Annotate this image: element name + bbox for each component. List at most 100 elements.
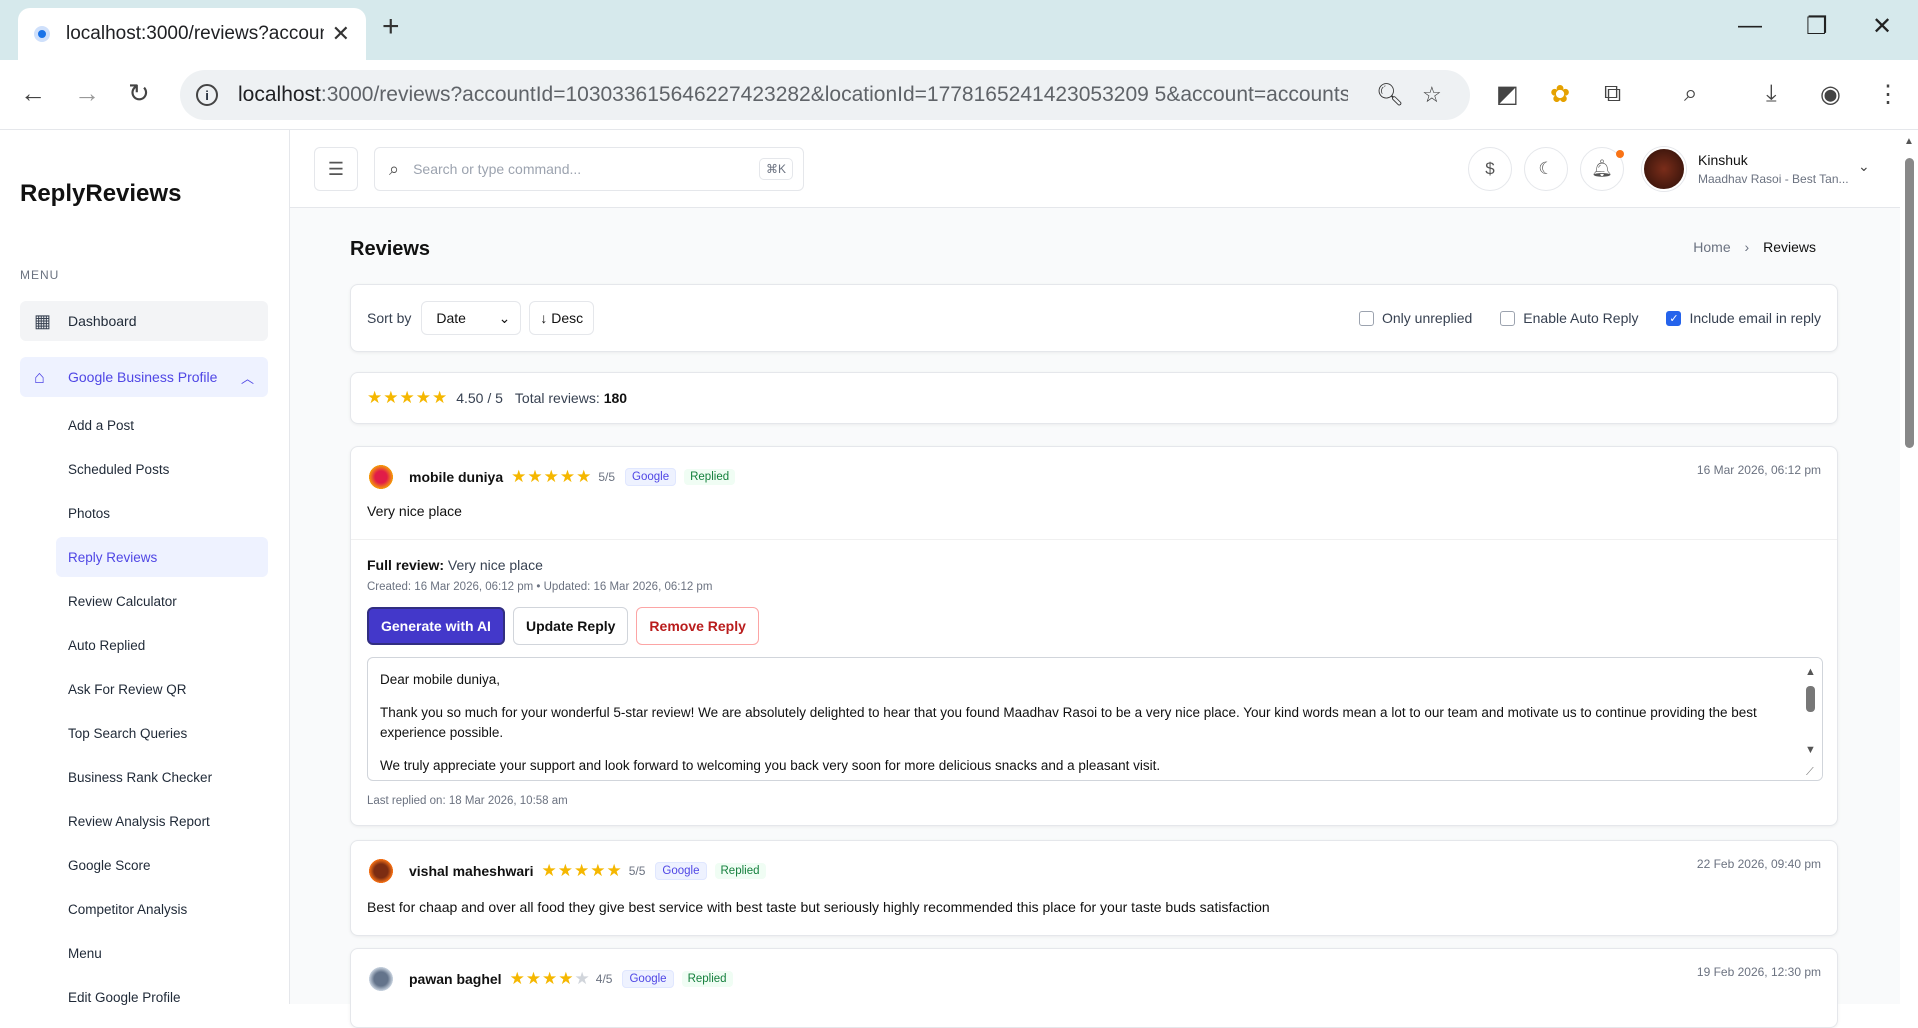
review-card: pawan baghel ★★★★★ 4/5 Google Replied 19…	[350, 948, 1838, 1028]
chevron-down-icon[interactable]: ⌄	[1858, 158, 1870, 175]
scroll-up-icon[interactable]: ▲	[1904, 136, 1914, 147]
resize-handle-icon[interactable]: ⟋	[1806, 762, 1814, 780]
sidebar-sub-auto-replied[interactable]: Auto Replied	[56, 625, 268, 665]
menu-kebab-icon[interactable]: ⋮	[1876, 80, 1900, 109]
checkbox-box[interactable]	[1500, 310, 1516, 326]
sidebar-sub-review-analysis-report[interactable]: Review Analysis Report	[56, 801, 268, 841]
source-badge: Google	[625, 468, 677, 486]
browser-toolbar: ← → ↻ i localhost:3000/reviews?accountId…	[0, 60, 1918, 130]
minimize-icon[interactable]: —	[1738, 12, 1762, 40]
checkbox-label: Only unreplied	[1382, 310, 1473, 326]
sort-label: Sort by	[367, 310, 412, 326]
dark-mode-moon-icon[interactable]: ☾	[1524, 147, 1568, 191]
page-scrollbar[interactable]: ▲	[1900, 130, 1918, 1004]
sidebar-sub-top-search-queries[interactable]: Top Search Queries	[56, 713, 268, 753]
brand-logo[interactable]: ReplyReviews	[20, 180, 181, 208]
browser-tab[interactable]: localhost:3000/reviews?account ✕	[18, 8, 366, 60]
window-close-icon[interactable]: ✕	[1872, 12, 1892, 41]
order-toggle-button[interactable]: ↓ Desc	[529, 301, 595, 335]
reload-icon[interactable]: ↻	[128, 78, 150, 109]
review-text: Very nice place	[367, 503, 462, 519]
download-icon[interactable]: ⤓	[1766, 80, 1777, 108]
user-business: Maadhav Rasoi - Best Tan...	[1698, 172, 1849, 186]
full-review: Full review: Very nice place	[367, 557, 543, 573]
sidebar-item-label: Google Business Profile	[68, 369, 218, 385]
sort-value: Date	[436, 310, 466, 326]
checkmark-icon[interactable]: ✓	[1666, 310, 1682, 326]
tab-search-icon[interactable]: ⌕	[1684, 80, 1697, 108]
sidebar-sub-photos[interactable]: Photos	[56, 493, 268, 533]
tab-close-icon[interactable]: ✕	[332, 21, 350, 47]
breadcrumb-home[interactable]: Home	[1693, 239, 1730, 255]
include-email-checkbox[interactable]: ✓ Include email in reply	[1666, 310, 1821, 326]
source-badge: Google	[622, 970, 674, 988]
sidebar-sub-scheduled-posts[interactable]: Scheduled Posts	[56, 449, 268, 489]
full-review-label: Full review:	[367, 557, 445, 573]
sort-select[interactable]: Date ⌄	[421, 301, 522, 335]
currency-icon[interactable]: $	[1468, 147, 1512, 191]
scroll-up-icon[interactable]: ▲	[1805, 662, 1816, 682]
review-rating: 5/5	[598, 470, 616, 484]
review-text: Best for chaap and over all food they gi…	[367, 899, 1270, 915]
sidebar-sub-review-calculator[interactable]: Review Calculator	[56, 581, 268, 621]
scroll-down-icon[interactable]: ▼	[1805, 740, 1816, 760]
status-badge: Replied	[681, 971, 733, 987]
extensions-puzzle-icon[interactable]: ⧉	[1604, 80, 1621, 108]
chevron-down-icon: ⌄	[498, 309, 511, 326]
scroll-thumb[interactable]	[1806, 686, 1815, 712]
back-icon[interactable]: ←	[20, 78, 46, 109]
site-info-icon[interactable]: i	[196, 84, 218, 106]
reply-paragraph: We truly appreciate your support and loo…	[380, 758, 1161, 773]
full-review-text: Very nice place	[447, 557, 543, 573]
last-replied: Last replied on: 18 Mar 2026, 10:58 am	[367, 795, 568, 807]
sidebar-sub-business-rank-checker[interactable]: Business Rank Checker	[56, 757, 268, 797]
sidebar-sub-add-post[interactable]: Add a Post	[56, 405, 268, 445]
reviewer-avatar	[367, 463, 395, 491]
shortcut-hint: ⌘K	[758, 158, 793, 180]
address-bar[interactable]: i localhost:3000/reviews?accountId=10303…	[180, 70, 1470, 120]
bookmark-star-icon[interactable]: ☆	[1422, 82, 1442, 108]
generate-ai-button[interactable]: Generate with AI	[367, 607, 505, 645]
reply-textarea[interactable]: Dear mobile duniya, Thank you so much fo…	[367, 657, 1823, 781]
auto-reply-checkbox[interactable]: Enable Auto Reply	[1500, 310, 1638, 326]
only-unreplied-checkbox[interactable]: Only unreplied	[1359, 310, 1472, 326]
forward-icon[interactable]: →	[74, 78, 100, 109]
update-reply-button[interactable]: Update Reply	[512, 607, 629, 645]
review-meta: Created: 16 Mar 2026, 06:12 pm • Updated…	[367, 581, 713, 593]
tab-title: localhost:3000/reviews?account	[66, 23, 324, 44]
app-header: ☰ ⌕ Search or type command... ⌘K $ ☾ 🔔︎ …	[290, 130, 1900, 208]
new-tab-icon[interactable]: +	[382, 10, 400, 44]
review-rating: 4/5	[595, 972, 613, 986]
review-stars-icon: ★★★★★	[511, 467, 593, 486]
summary-stars-icon: ★★★★★	[367, 388, 449, 407]
sidebar-sub-edit-google-profile[interactable]: Edit Google Profile	[56, 977, 268, 1017]
tab-favicon-icon	[34, 26, 50, 42]
search-icon: ⌕	[389, 158, 400, 179]
review-card: mobile duniya ★★★★★ 5/5 Google Replied 1…	[350, 446, 1838, 826]
scroll-thumb[interactable]	[1905, 158, 1914, 448]
textarea-scrollbar[interactable]: ▲ ▼ ⟋	[1800, 658, 1822, 780]
reviewer-name: vishal maheshwari	[409, 863, 534, 879]
status-badge: Replied	[684, 469, 736, 485]
breadcrumb: Home › Reviews	[1693, 239, 1816, 255]
restore-icon[interactable]: ❐	[1806, 12, 1828, 41]
user-avatar[interactable]	[1642, 147, 1686, 191]
sidebar-item-dashboard[interactable]: ▦ Dashboard	[20, 301, 268, 341]
url-text[interactable]: localhost:3000/reviews?accountId=1030336…	[238, 83, 1348, 107]
zoom-icon[interactable]: 🔍︎	[1376, 82, 1404, 108]
sidebar-sub-ask-review-qr[interactable]: Ask For Review QR	[56, 669, 268, 709]
sidebar-sub-google-score[interactable]: Google Score	[56, 845, 268, 885]
store-icon: ⌂	[34, 366, 45, 387]
sidebar-item-google-business-profile[interactable]: ⌂ Google Business Profile ︿	[20, 357, 268, 397]
extension-icon[interactable]: ◩	[1496, 80, 1519, 109]
hamburger-menu-icon[interactable]: ☰	[314, 147, 358, 191]
sidebar-sub-competitor-analysis[interactable]: Competitor Analysis	[56, 889, 268, 929]
remove-reply-button[interactable]: Remove Reply	[636, 607, 759, 645]
search-input[interactable]: ⌕ Search or type command... ⌘K	[374, 147, 804, 191]
extension-flower-icon[interactable]: ✿	[1550, 80, 1570, 109]
sidebar-sub-reply-reviews[interactable]: Reply Reviews	[56, 537, 268, 577]
checkbox-box[interactable]	[1359, 310, 1374, 326]
profile-icon[interactable]: ◉	[1820, 80, 1841, 109]
sidebar-sub-menu[interactable]: Menu	[56, 933, 268, 973]
page-title: Reviews	[350, 238, 431, 260]
